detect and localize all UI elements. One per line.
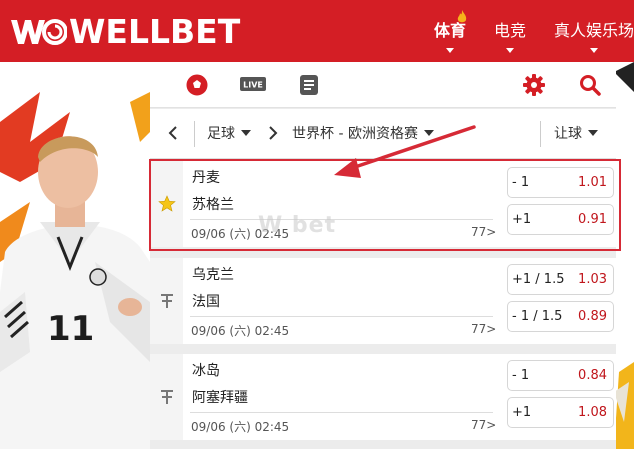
competition-dropdown[interactable]: 世界杯 - 欧洲资格赛 — [292, 109, 434, 159]
nav-label: 真人娱乐场 — [554, 21, 634, 40]
chevron-down-icon — [446, 48, 454, 53]
odds-price: 1.03 — [578, 272, 607, 287]
handicap-value: - 1 — [512, 368, 530, 383]
odds-button[interactable]: +1 1.08 — [507, 397, 614, 428]
match-time: 09/06 (六) 02:45 — [191, 324, 290, 338]
main-nav: 体育 电竞 真人娱乐场 — [420, 0, 634, 62]
sport-dropdown-label: 足球 — [207, 126, 235, 142]
search-icon[interactable] — [577, 72, 603, 98]
divider — [540, 121, 541, 147]
live-tv-icon[interactable]: LIVE — [239, 72, 267, 98]
settings-gear-icon[interactable] — [521, 72, 547, 98]
list-icon[interactable] — [296, 72, 322, 98]
nav-item-live-casino[interactable]: 真人娱乐场 — [540, 0, 634, 62]
market-dropdown-label: 让球 — [554, 126, 582, 142]
filter-bar: 足球 世界杯 - 欧洲资格赛 让球 — [150, 109, 616, 159]
pin-icon[interactable] — [150, 354, 183, 440]
home-team: 乌克兰 — [192, 267, 234, 283]
nav-label: 电竞 — [494, 21, 527, 40]
match-time: 09/06 (六) 02:45 — [191, 420, 290, 434]
chevron-down-icon — [588, 130, 598, 136]
chevron-down-icon — [590, 48, 599, 53]
sport-dropdown[interactable]: 足球 — [207, 109, 251, 159]
divider — [190, 316, 493, 317]
odds-button[interactable]: - 1 0.84 — [507, 360, 614, 391]
odds-price: 0.89 — [578, 309, 607, 324]
odds-button[interactable]: +1 / 1.5 1.03 — [507, 264, 614, 295]
away-team: 阿塞拜疆 — [192, 390, 248, 406]
divider — [194, 121, 195, 147]
more-markets-link[interactable]: 77> — [471, 322, 496, 336]
handicap-value: +1 — [512, 405, 532, 420]
forward-chevron-icon — [268, 109, 278, 159]
nav-item-sports[interactable]: 体育 — [420, 0, 480, 62]
betting-panel: LIVE 足球 世界杯 - 欧洲资格赛 让球 丹麦 苏格兰 09/06 (六) … — [150, 62, 616, 449]
player-illustration: 11 — [0, 92, 150, 449]
handicap-value: +1 / 1.5 — [512, 272, 565, 287]
annotation-highlight-box — [149, 159, 621, 251]
away-team: 法国 — [192, 294, 220, 310]
handicap-value: - 1 / 1.5 — [512, 309, 563, 324]
wellbet-logo[interactable]: WELLBET — [9, 12, 240, 52]
odds-price: 1.08 — [578, 405, 607, 420]
more-markets-link[interactable]: 77> — [471, 418, 496, 432]
match-row[interactable]: 冰岛 阿塞拜疆 09/06 (六) 02:45 77> - 1 0.84 +1 … — [150, 354, 616, 440]
chevron-down-icon — [506, 48, 515, 53]
promo-banner-right-edge — [614, 62, 634, 449]
competition-dropdown-label: 世界杯 - 欧洲资格赛 — [292, 126, 418, 142]
promo-banner-image: 11 — [0, 62, 150, 449]
top-header: WELLBET 体育 电竞 真人娱乐场 — [0, 0, 634, 62]
brand-name: WELLBET — [69, 12, 241, 51]
soccer-ball-icon[interactable] — [184, 72, 210, 98]
chevron-down-icon — [241, 130, 251, 136]
svg-text:11: 11 — [47, 309, 94, 349]
decorative-splash — [614, 62, 634, 449]
odds-button[interactable]: - 1 / 1.5 0.89 — [507, 301, 614, 332]
home-team: 冰岛 — [192, 363, 220, 379]
sport-toolbar: LIVE — [150, 62, 616, 108]
hot-flame-icon — [457, 10, 467, 23]
chevron-down-icon — [423, 130, 434, 136]
divider — [190, 412, 493, 413]
market-dropdown[interactable]: 让球 — [554, 109, 598, 159]
logo-emblem-icon — [11, 19, 67, 45]
live-label: LIVE — [243, 81, 263, 90]
nav-item-esports[interactable]: 电竞 — [480, 0, 540, 62]
pin-icon[interactable] — [150, 258, 183, 344]
odds-price: 0.84 — [578, 368, 607, 383]
back-chevron-icon[interactable] — [168, 109, 178, 159]
match-row[interactable]: 乌克兰 法国 09/06 (六) 02:45 77> +1 / 1.5 1.03… — [150, 258, 616, 344]
